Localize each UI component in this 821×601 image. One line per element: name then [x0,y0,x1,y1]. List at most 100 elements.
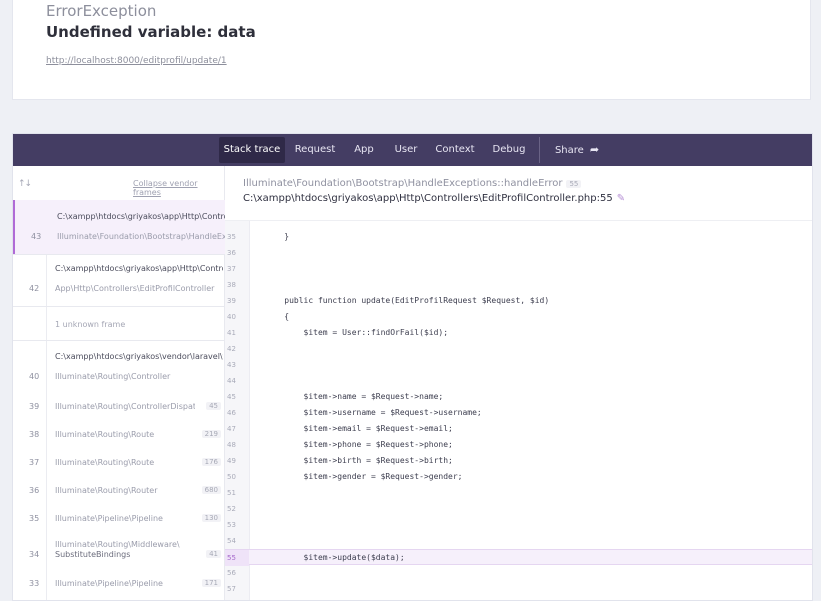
code-line: 53 [225,517,812,533]
frame-divider [13,306,225,307]
code-line: 47 $item->email = $Request->email; [225,421,812,437]
line-number[interactable]: 51 [227,485,245,501]
frame-33[interactable]: 33 Illuminate\Pipeline\Pipeline 171 [13,574,225,600]
frame-class: Illuminate\Routing\Route [55,430,155,439]
code-line: 35 } [225,229,812,245]
frame-number: 37 [29,458,40,467]
frame-number: 38 [29,430,40,439]
line-number[interactable]: 44 [227,373,245,389]
code-text: $item->phone = $Request->phone; [265,440,453,449]
frame-number: 35 [29,514,40,523]
frame-35[interactable]: 35 Illuminate\Pipeline\Pipeline 130 [13,508,225,536]
frame-class: Illuminate\Routing\Controller [55,372,171,381]
detail-line-badge: 55 [566,180,582,188]
code-line: 42 [225,341,812,357]
line-number[interactable]: 47 [227,421,245,437]
code-text: $item->update($data); [265,553,405,562]
line-number[interactable]: 35 [227,229,245,245]
code-line: 54 [225,533,812,549]
frame-class-continued: SubstituteBindings [55,550,131,559]
code-text: $item->username = $Request->username; [265,408,482,417]
line-number[interactable]: 53 [227,517,245,533]
line-number[interactable]: 57 [227,581,245,597]
code-text: $item->name = $Request->name; [265,392,444,401]
line-number[interactable]: 48 [227,437,245,453]
code-text: { [265,312,290,321]
code-text: $item->gender = $Request->gender; [265,472,463,481]
line-number[interactable]: 49 [227,453,245,469]
frame-number: 40 [29,372,40,381]
code-text: $item = User::findOrFail($id); [265,328,449,337]
frame-line-badge: 176 [201,458,221,466]
tab-divider [539,137,540,163]
line-number[interactable]: 40 [227,309,245,325]
frame-39[interactable]: 39 Illuminate\Routing\ControllerDispatch… [13,396,225,424]
code-text: public function update(EditProfilRequest… [265,296,550,305]
frame-detail: Illuminate\Foundation\Bootstrap\HandleEx… [225,166,812,600]
line-number[interactable]: 45 [227,389,245,405]
frame-divider [13,340,225,341]
tab-user[interactable]: User [389,137,423,163]
collapse-vendor-frames-link[interactable]: Collapse vendor frames [133,179,224,197]
frame-class: Illuminate\Pipeline\Pipeline [55,514,163,523]
frame-number: 36 [29,486,40,495]
tab-debug[interactable]: Debug [487,137,531,163]
line-number[interactable]: 42 [227,341,245,357]
frame-list: ↑↓ Collapse vendor frames C:\xampp\htdoc… [13,166,225,600]
line-number[interactable]: 52 [227,501,245,517]
code-text: } [265,232,290,241]
frame-38[interactable]: 38 Illuminate\Routing\Route 219 [13,424,225,452]
frame-class: Illuminate\Routing\Middleware\ [55,540,180,549]
pencil-icon[interactable]: ✎ [617,193,625,204]
line-number[interactable]: 55 [225,550,249,566]
frame-42[interactable]: C:\xampp\htdocs\griyakos\app\Http\Contro… [13,254,225,304]
sort-arrows-icon[interactable]: ↑↓ [18,179,32,189]
share-button[interactable]: Share ➦ [549,137,605,163]
line-number[interactable]: 46 [227,405,245,421]
tab-stack-trace[interactable]: Stack trace [219,137,285,163]
code-line: 41 $item = User::findOrFail($id); [225,325,812,341]
code-line: 44 [225,373,812,389]
line-number[interactable]: 36 [227,245,245,261]
line-number[interactable]: 38 [227,277,245,293]
line-number[interactable]: 54 [227,533,245,549]
frame-37[interactable]: 37 Illuminate\Routing\Route 176 [13,452,225,480]
code-line: 48 $item->phone = $Request->phone; [225,437,812,453]
code-text: $item->email = $Request->email; [265,424,453,433]
frame-36[interactable]: 36 Illuminate\Routing\Router 680 [13,480,225,508]
code-line: 36 [225,245,812,261]
frame-line-badge: 130 [201,514,221,522]
code-line: 57 [225,581,812,597]
frame-43[interactable]: C:\xampp\htdocs\griyakos\app\Http\Contro… [13,200,225,254]
frame-number: 39 [29,402,40,411]
frame-class: Illuminate\Foundation\Bootstrap\HandleEx… [57,232,225,241]
tab-app[interactable]: App [347,137,381,163]
detail-file-path: C:\xampp\htdocs\griyakos\app\Http\Contro… [243,193,613,204]
detail-class: Illuminate\Foundation\Bootstrap\HandleEx… [243,178,582,189]
code-line: 52 [225,501,812,517]
line-number[interactable]: 39 [227,293,245,309]
code-line: 45 $item->name = $Request->name; [225,389,812,405]
stack-trace-panel: Stack trace Request App User Context Deb… [12,133,813,601]
request-url-link[interactable]: http://localhost:8000/editprofil/update/… [46,56,227,66]
tab-context[interactable]: Context [431,137,479,163]
tab-request[interactable]: Request [293,137,337,163]
frame-line-badge: 171 [201,579,221,587]
code-line: 43 [225,357,812,373]
share-arrow-icon: ➦ [589,143,600,156]
tab-bar: Stack trace Request App User Context Deb… [13,134,812,166]
line-number[interactable]: 43 [227,357,245,373]
line-number[interactable]: 50 [227,469,245,485]
code-line: 39 public function update(EditProfilRequ… [225,293,812,309]
frame-class: Illuminate\Routing\Router [55,486,158,495]
frame-40[interactable]: C:\xampp\htdocs\griyakos\vendor\laravel\… [13,342,225,392]
line-number[interactable]: 37 [227,261,245,277]
line-number[interactable]: 41 [227,325,245,341]
frame-line-badge: 219 [201,430,221,438]
code-line: 38 [225,277,812,293]
code-line: 46 $item->username = $Request->username; [225,405,812,421]
frame-34[interactable]: 34 Illuminate\Routing\Middleware\ Substi… [13,536,225,574]
code-line: 50 $item->gender = $Request->gender; [225,469,812,485]
line-number[interactable]: 56 [227,565,245,581]
unknown-frames-toggle[interactable]: 1 unknown frame [55,320,125,329]
